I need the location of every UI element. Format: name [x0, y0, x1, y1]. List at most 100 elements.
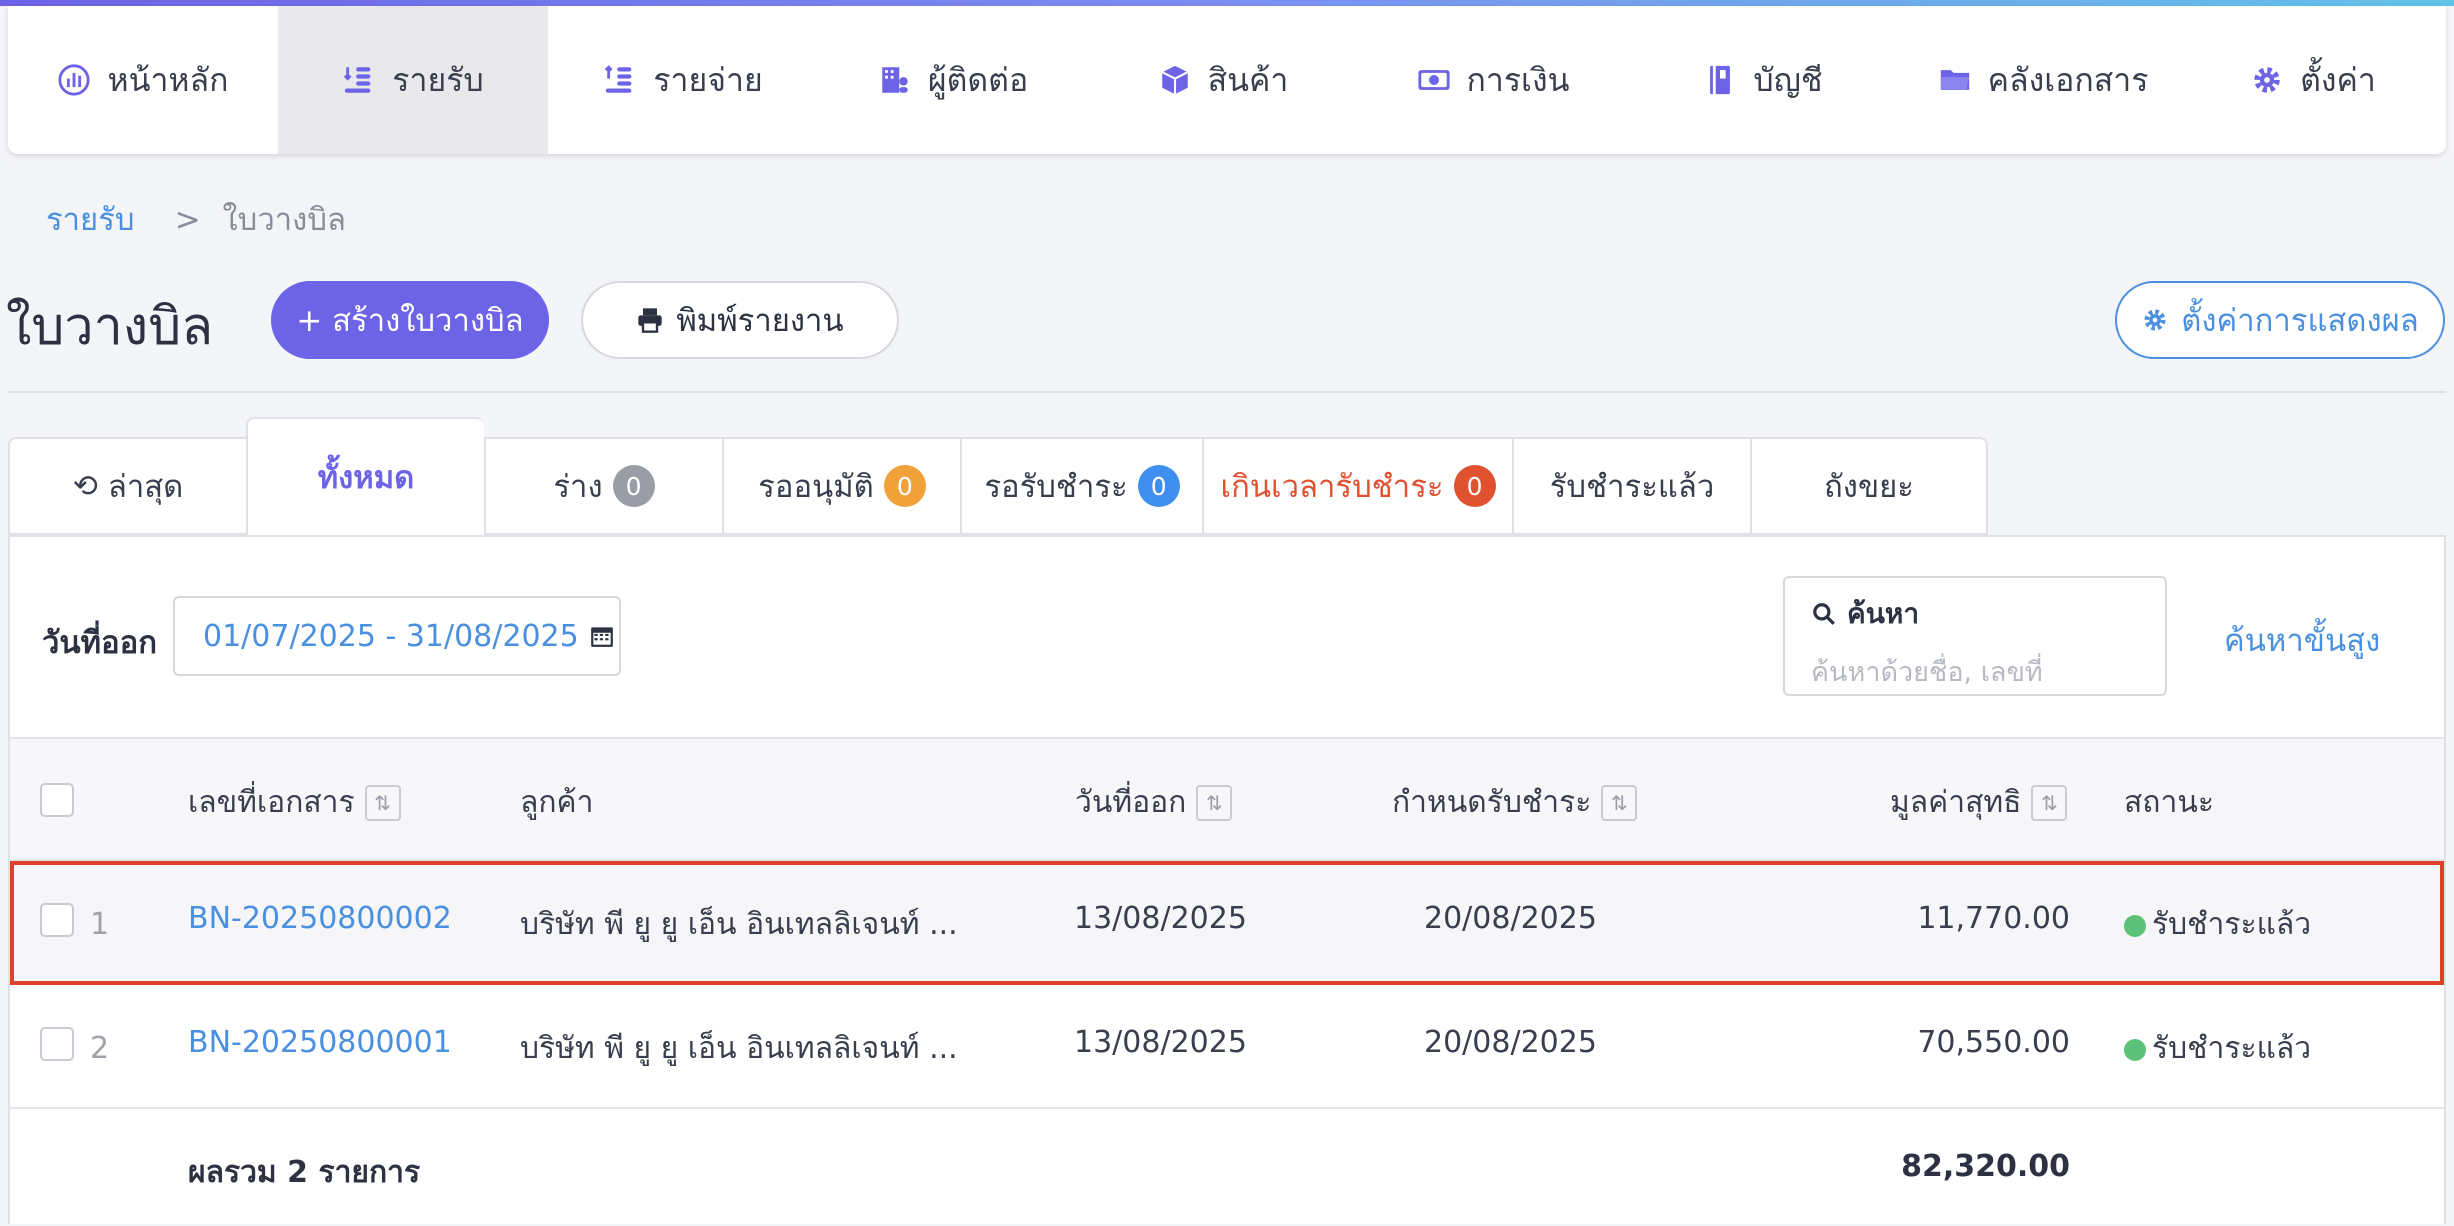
row-checkbox[interactable] — [40, 903, 74, 937]
nav-item-expense[interactable]: รายจ่าย — [548, 6, 818, 154]
total-value: 82,320.00 — [1901, 1149, 2070, 1184]
header-net-amount[interactable]: มูลค่าสุทธิ ⇅ — [1890, 779, 2068, 826]
nav-item-home[interactable]: หน้าหลัก — [8, 6, 278, 154]
overdue-count-badge: 0 — [1453, 465, 1496, 507]
search-input[interactable]: ค้นหา ค้นหาด้วยชื่อ, เลขที่ — [1783, 576, 2167, 696]
gear-icon — [2254, 67, 2280, 93]
nav-item-products[interactable]: สินค้า — [1088, 6, 1358, 154]
tab-label: ล่าสุด — [107, 469, 184, 505]
tab-pending-approval[interactable]: รออนุมัติ 0 — [722, 437, 960, 535]
table-header: เลขที่เอกสาร ⇅ ลูกค้า วันที่ออก ⇅ กำหนดร… — [10, 737, 2444, 861]
select-all-checkbox[interactable] — [40, 783, 74, 817]
due-date: 20/08/2025 — [1424, 901, 1597, 936]
row-checkbox[interactable] — [40, 1027, 74, 1061]
nav-item-income[interactable]: รายรับ — [278, 6, 548, 154]
tab-trash[interactable]: ถังขยะ — [1750, 437, 1988, 535]
nav-item-accounting[interactable]: บัญชี — [1628, 6, 1898, 154]
tab-awaiting-payment[interactable]: รอรับชำระ 0 — [960, 437, 1202, 535]
tab-paid[interactable]: รับชำระแล้ว — [1512, 437, 1750, 535]
total-label: ผลรวม 2 รายการ — [188, 1155, 421, 1190]
header-issue-date[interactable]: วันที่ออก ⇅ — [1075, 779, 1233, 826]
nav-label: บัญชี — [1753, 60, 1823, 99]
tab-label: รออนุมัติ — [758, 469, 874, 505]
gear-icon — [2144, 309, 2166, 331]
header-divider — [8, 391, 2446, 393]
display-settings-button[interactable]: ตั้งค่าการแสดงผล — [2115, 281, 2445, 359]
tab-label: เกินเวลารับชำระ — [1220, 469, 1444, 505]
doc-number-link[interactable]: BN-20250800002 — [188, 901, 452, 936]
search-icon — [1813, 603, 1835, 625]
tab-draft[interactable]: ร่าง 0 — [484, 437, 722, 535]
tab-overdue[interactable]: เกินเวลารับชำระ 0 — [1202, 437, 1512, 535]
tab-recent[interactable]: ⟲ ล่าสุด — [8, 437, 246, 535]
table-row[interactable]: 1 BN-20250800002 บริษัท พี ยู ยู เอ็น อิ… — [10, 861, 2444, 985]
net-amount: 11,770.00 — [1917, 901, 2070, 936]
pending-count-badge: 0 — [883, 465, 926, 507]
header-status: สถานะ — [2124, 779, 2214, 826]
header-label: ลูกค้า — [520, 785, 594, 820]
tab-all[interactable]: ทั้งหมด — [246, 417, 484, 535]
main-navbar: หน้าหลัก รายรับ รายจ่าย ผู้ติดต่อ สินค้า… — [8, 6, 2446, 154]
date-range-value: 01/07/2025 - 31/08/2025 — [203, 618, 579, 654]
nav-label: สินค้า — [1207, 60, 1289, 99]
nav-item-settings[interactable]: ตั้งค่า — [2188, 6, 2438, 154]
header-due-date[interactable]: กำหนดรับชำระ ⇅ — [1392, 779, 1638, 826]
create-button-label: + สร้างใบวางบิล — [296, 303, 524, 339]
sort-icon[interactable]: ⇅ — [1196, 784, 1233, 821]
nav-item-documents[interactable]: คลังเอกสาร — [1898, 6, 2188, 154]
header-label: วันที่ออก — [1075, 785, 1187, 820]
header-doc-number[interactable]: เลขที่เอกสาร ⇅ — [188, 779, 401, 826]
row-index: 2 — [90, 1031, 110, 1066]
contacts-building-icon — [882, 67, 908, 93]
nav-label: หน้าหลัก — [107, 60, 229, 99]
nav-label: ตั้งค่า — [2300, 60, 2376, 99]
breadcrumb-separator: > — [174, 202, 201, 238]
advanced-search-link[interactable]: ค้นหาขั้นสูง — [2224, 615, 2380, 665]
tab-label: ทั้งหมด — [317, 460, 415, 496]
status-tabs: ⟲ ล่าสุด ทั้งหมด ร่าง 0 รออนุมัติ 0 รอรั… — [8, 417, 1988, 537]
history-icon: ⟲ — [72, 468, 98, 504]
due-date: 20/08/2025 — [1424, 1025, 1597, 1060]
calendar-icon — [590, 627, 613, 647]
create-billing-note-button[interactable]: + สร้างใบวางบิล — [271, 281, 549, 359]
draft-count-badge: 0 — [612, 465, 655, 507]
print-report-button[interactable]: พิมพ์รายงาน — [581, 281, 899, 359]
nav-label: การเงิน — [1466, 60, 1570, 99]
header-label: เลขที่เอกสาร — [188, 785, 355, 820]
page-title: ใบวางบิล — [6, 297, 214, 357]
search-label: ค้นหา — [1847, 597, 1920, 630]
nav-label: ผู้ติดต่อ — [927, 60, 1029, 99]
nav-item-contacts[interactable]: ผู้ติดต่อ — [818, 6, 1088, 154]
folder-icon — [1940, 70, 1969, 90]
breadcrumb: รายรับ > ใบวางบิล — [46, 194, 346, 244]
table-row[interactable]: 2 BN-20250800001 บริษัท พี ยู ยู เอ็น อิ… — [10, 985, 2444, 1109]
net-amount: 70,550.00 — [1917, 1025, 2070, 1060]
row-index: 1 — [90, 907, 110, 942]
search-placeholder: ค้นหาด้วยชื่อ, เลขที่ — [1811, 657, 2043, 688]
income-coins-icon — [344, 67, 371, 93]
paid-status-dot — [2124, 915, 2146, 937]
tab-label: ถังขยะ — [1824, 469, 1914, 505]
sort-icon[interactable]: ⇅ — [1601, 784, 1638, 821]
customer-name: บริษัท พี ยู ยู เอ็น อินเทลลิเจนท์ ... — [520, 1031, 958, 1066]
status-text: รับชำระแล้ว — [2152, 1031, 2312, 1066]
dashboard-gauge-icon — [58, 64, 91, 96]
date-range-input[interactable]: 01/07/2025 - 31/08/2025 — [173, 596, 621, 676]
print-button-label: พิมพ์รายงาน — [676, 303, 844, 339]
customer-name: บริษัท พี ยู ยู เอ็น อินเทลลิเจนท์ ... — [520, 907, 958, 942]
issue-date: 13/08/2025 — [1074, 901, 1247, 936]
status-text: รับชำระแล้ว — [2152, 907, 2312, 942]
nav-item-finance[interactable]: การเงิน — [1358, 6, 1628, 154]
sort-icon[interactable]: ⇅ — [364, 784, 401, 821]
tab-label: รอรับชำระ — [984, 469, 1128, 505]
header-label: กำหนดรับชำระ — [1392, 785, 1592, 820]
display-settings-label: ตั้งค่าการแสดงผล — [2181, 303, 2419, 339]
tab-label: ร่าง — [553, 469, 603, 505]
nav-label: รายรับ — [392, 60, 484, 99]
issue-date: 13/08/2025 — [1074, 1025, 1247, 1060]
billing-list-panel: วันที่ออก 01/07/2025 - 31/08/2025 ค้นหา … — [8, 535, 2446, 1224]
sort-icon[interactable]: ⇅ — [2031, 784, 2068, 821]
doc-number-link[interactable]: BN-20250800001 — [188, 1025, 452, 1060]
money-bill-icon — [1417, 70, 1450, 90]
breadcrumb-income-link[interactable]: รายรับ — [46, 202, 135, 238]
